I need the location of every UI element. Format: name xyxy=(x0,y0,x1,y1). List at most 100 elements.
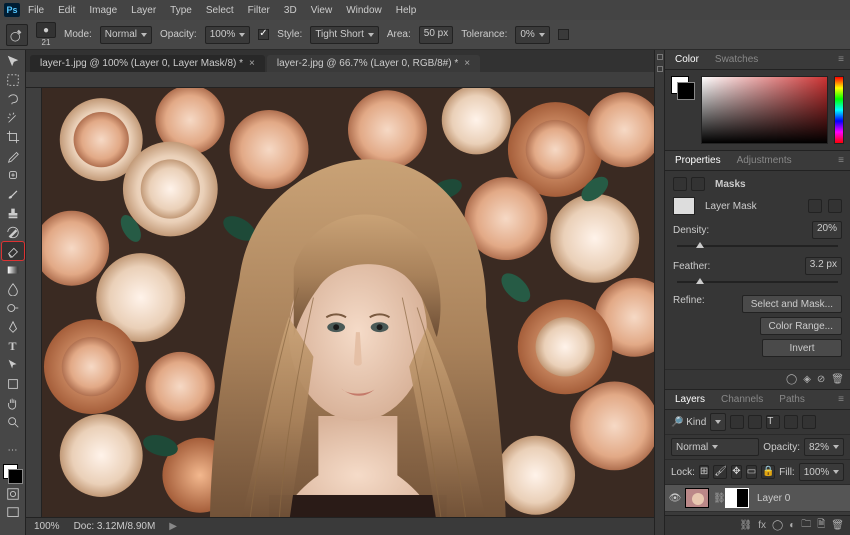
mode-dropdown[interactable]: Normal xyxy=(100,26,152,44)
feather-slider[interactable] xyxy=(677,281,838,283)
tab-inactive[interactable]: layer-2.jpg @ 66.7% (Layer 0, RGB/8#) *× xyxy=(267,55,480,72)
dodge-tool[interactable] xyxy=(2,299,24,317)
move-tool[interactable] xyxy=(2,52,24,70)
mask-icon[interactable]: ◯ xyxy=(772,520,783,531)
lock-pixels-icon[interactable]: 🖌 xyxy=(713,465,727,479)
zoom-level[interactable]: 100% xyxy=(34,521,60,532)
brush-tool[interactable] xyxy=(2,185,24,203)
ruler-horizontal[interactable] xyxy=(26,72,654,88)
close-icon[interactable]: × xyxy=(464,58,470,69)
layer-row[interactable]: 👁 ⛓ Layer 0 xyxy=(665,485,850,512)
path-select-tool[interactable] xyxy=(2,356,24,374)
menu-window[interactable]: Window xyxy=(340,0,388,20)
tool-preset-icon[interactable] xyxy=(6,24,28,46)
edit-toolbar-icon[interactable]: ⋯ xyxy=(2,441,24,459)
menu-filter[interactable]: Filter xyxy=(242,0,276,20)
doc-size[interactable]: Doc: 3.12M/8.90M xyxy=(74,521,156,532)
tab-properties[interactable]: Properties xyxy=(671,153,725,168)
quickmask-toggle[interactable] xyxy=(2,485,24,503)
stamp-tool[interactable] xyxy=(2,204,24,222)
apply-mask-icon[interactable]: ◈ xyxy=(803,374,811,385)
type-tool[interactable]: T xyxy=(2,337,24,355)
load-selection-icon[interactable]: ◯ xyxy=(786,374,797,385)
tab-swatches[interactable]: Swatches xyxy=(711,52,762,67)
crop-tool[interactable] xyxy=(2,128,24,146)
delete-mask-icon[interactable]: 🗑 xyxy=(831,374,844,385)
lock-transparency-icon[interactable]: ⊞ xyxy=(699,465,709,479)
kind-filter[interactable]: 🔎 Kind xyxy=(671,417,706,428)
area-field[interactable]: 50 px xyxy=(419,26,453,44)
layer-name[interactable]: Layer 0 xyxy=(757,493,790,504)
blend-mode-dropdown[interactable]: Normal xyxy=(671,438,759,456)
color-range-button[interactable]: Color Range... xyxy=(760,317,842,335)
panel-menu-icon[interactable]: ≡ xyxy=(838,394,844,405)
collapsed-panel-strip[interactable] xyxy=(654,50,664,535)
protect-foreground-toggle[interactable] xyxy=(558,29,569,40)
color-picker[interactable] xyxy=(665,70,850,150)
pixel-mask-icon[interactable] xyxy=(673,177,687,191)
menu-image[interactable]: Image xyxy=(83,0,123,20)
shape-tool[interactable] xyxy=(2,375,24,393)
feather-value[interactable]: 3.2 px xyxy=(805,257,842,275)
marquee-tool[interactable] xyxy=(2,71,24,89)
pen-tool[interactable] xyxy=(2,318,24,336)
tab-paths[interactable]: Paths xyxy=(775,392,809,407)
screenmode-toggle[interactable] xyxy=(2,504,24,522)
link-layers-icon[interactable]: ⛓ xyxy=(740,520,753,531)
hand-tool[interactable] xyxy=(2,394,24,412)
filter-shape-icon[interactable] xyxy=(784,415,798,429)
filter-type-icon[interactable]: T xyxy=(766,415,780,429)
visibility-toggle[interactable]: 👁 xyxy=(669,492,681,504)
tab-adjustments[interactable]: Adjustments xyxy=(733,153,796,168)
pressure-opacity-toggle[interactable] xyxy=(258,29,269,40)
lock-position-icon[interactable]: ✥ xyxy=(731,465,741,479)
tab-layers[interactable]: Layers xyxy=(671,392,709,407)
tab-color[interactable]: Color xyxy=(671,52,703,67)
layer-thumbnail[interactable] xyxy=(685,488,709,508)
disable-mask-icon[interactable]: ⊘ xyxy=(817,374,825,385)
add-vector-mask-icon[interactable] xyxy=(828,199,842,213)
opacity-dropdown[interactable]: 100% xyxy=(205,26,251,44)
menu-help[interactable]: Help xyxy=(390,0,423,20)
history-brush-tool[interactable] xyxy=(2,223,24,241)
density-slider[interactable] xyxy=(677,245,838,247)
close-icon[interactable]: × xyxy=(249,58,255,69)
new-layer-icon[interactable]: 🗎 xyxy=(817,517,825,534)
color-swatches[interactable] xyxy=(3,464,23,484)
eraser-tool[interactable] xyxy=(2,242,24,260)
hue-slider[interactable] xyxy=(834,76,844,144)
gradient-tool[interactable] xyxy=(2,261,24,279)
density-value[interactable]: 20% xyxy=(812,221,842,239)
group-icon[interactable]: 🗀 xyxy=(801,517,811,534)
filter-pixel-icon[interactable] xyxy=(730,415,744,429)
menu-edit[interactable]: Edit xyxy=(52,0,81,20)
delete-layer-icon[interactable]: 🗑 xyxy=(831,520,844,531)
panel-menu-icon[interactable]: ≡ xyxy=(838,54,844,65)
menu-view[interactable]: View xyxy=(305,0,339,20)
menu-file[interactable]: File xyxy=(22,0,50,20)
filter-smart-icon[interactable] xyxy=(802,415,816,429)
vector-mask-icon[interactable] xyxy=(691,177,705,191)
tab-active[interactable]: layer-1.jpg @ 100% (Layer 0, Layer Mask/… xyxy=(30,55,265,72)
select-pixel-mask-icon[interactable] xyxy=(808,199,822,213)
link-icon[interactable]: ⛓ xyxy=(713,493,721,504)
lock-all-icon[interactable]: 🔒 xyxy=(761,465,775,479)
zoom-tool[interactable] xyxy=(2,413,24,431)
mask-thumbnail[interactable] xyxy=(673,197,695,215)
panel-menu-icon[interactable]: ≡ xyxy=(838,155,844,166)
menu-type[interactable]: Type xyxy=(164,0,198,20)
lasso-tool[interactable] xyxy=(2,90,24,108)
tolerance-field[interactable]: 0% xyxy=(515,26,549,44)
filter-adjust-icon[interactable] xyxy=(748,415,762,429)
healing-tool[interactable] xyxy=(2,166,24,184)
tab-channels[interactable]: Channels xyxy=(717,392,767,407)
menu-3d[interactable]: 3D xyxy=(278,0,303,20)
fx-icon[interactable]: fx xyxy=(758,520,766,531)
menu-layer[interactable]: Layer xyxy=(125,0,162,20)
canvas[interactable] xyxy=(42,88,654,517)
wand-tool[interactable] xyxy=(2,109,24,127)
mask-thumbnail[interactable] xyxy=(725,488,749,508)
select-and-mask-button[interactable]: Select and Mask... xyxy=(742,295,842,313)
layer-opacity-field[interactable]: 82% xyxy=(804,438,844,456)
style-dropdown[interactable]: Tight Short xyxy=(310,26,379,44)
